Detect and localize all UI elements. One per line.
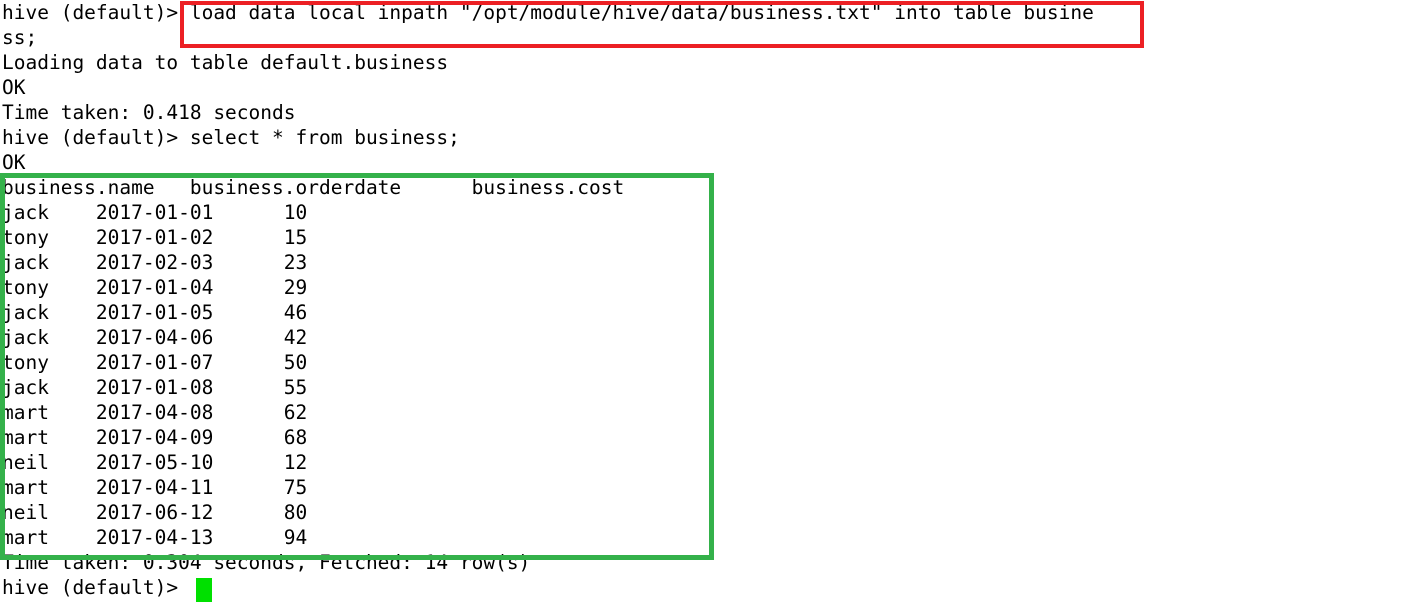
table-row: jack 2017-04-06 42	[2, 326, 308, 349]
table-row: mart 2017-04-11 75	[2, 476, 308, 499]
table-row: tony 2017-01-07 50	[2, 351, 308, 374]
table-row: neil 2017-06-12 80	[2, 501, 308, 524]
terminal-line-active-prompt: hive (default)>	[2, 576, 190, 599]
terminal-line-prompt-select: hive (default)> select * from business;	[2, 126, 460, 149]
table-row: jack 2017-02-03 23	[2, 251, 308, 274]
table-row: mart 2017-04-08 62	[2, 401, 308, 424]
table-row: mart 2017-04-09 68	[2, 426, 308, 449]
terminal-line-ok-1: OK	[2, 76, 26, 99]
table-row: tony 2017-01-02 15	[2, 226, 308, 249]
table-row: mart 2017-04-13 94	[2, 526, 308, 549]
terminal-line-loading-message: Loading data to table default.business	[2, 51, 449, 74]
table-row: tony 2017-01-04 29	[2, 276, 308, 299]
table-row: neil 2017-05-10 12	[2, 451, 308, 474]
terminal-line-time-taken-select: Time taken: 0.304 seconds, Fetched: 14 r…	[2, 551, 531, 574]
table-row: jack 2017-01-05 46	[2, 301, 308, 324]
terminal-line-load-wrap: ss;	[2, 26, 38, 49]
terminal-cursor	[196, 578, 212, 602]
terminal-line-prompt-load: hive (default)> load data local inpath "…	[2, 1, 1094, 24]
table-row: jack 2017-01-08 55	[2, 376, 308, 399]
terminal-window[interactable]: hive (default)> load data local inpath "…	[0, 0, 1410, 614]
terminal-line-ok-2: OK	[2, 151, 26, 174]
terminal-output: hive (default)> load data local inpath "…	[2, 0, 1094, 600]
terminal-line-time-taken-load: Time taken: 0.418 seconds	[2, 101, 296, 124]
table-row: jack 2017-01-01 10	[2, 201, 308, 224]
result-table-header: business.name business.orderdate busines…	[2, 176, 625, 199]
